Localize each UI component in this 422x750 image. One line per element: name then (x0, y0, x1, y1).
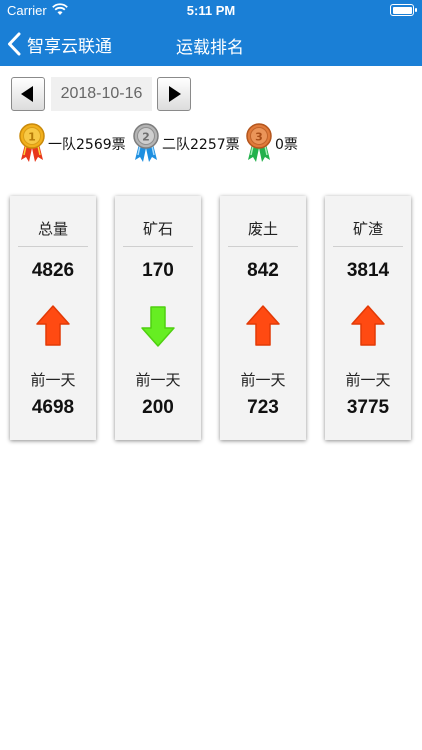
card-value: 3814 (346, 260, 390, 281)
next-date-button[interactable] (157, 77, 191, 111)
back-button-label: 智享云联通 (27, 36, 112, 57)
rank-third-label: 0票 (275, 137, 298, 153)
card-previous-value: 723 (247, 397, 279, 418)
card-category: 矿渣 (352, 220, 383, 238)
card-previous-value: 3775 (346, 397, 390, 418)
bronze-medal-icon: 3 (246, 123, 272, 162)
card-previous-label: 前一天 (240, 371, 286, 389)
card-divider (333, 246, 403, 247)
svg-text:2: 2 (142, 131, 150, 144)
arrow-down-icon (141, 306, 175, 347)
stat-card-total: 总量 4826 前一天 4698 (10, 196, 96, 440)
arrow-up-icon (36, 305, 70, 346)
stat-card-ore: 矿石 170 前一天 200 (115, 196, 201, 440)
battery-icon (390, 4, 417, 16)
card-previous-label: 前一天 (30, 371, 76, 389)
navigation-bar: 智享云联通 运载排名 (0, 22, 422, 66)
back-button[interactable]: 智享云联通 (6, 30, 112, 58)
card-previous-label: 前一天 (345, 371, 391, 389)
date-display[interactable]: 2018-10-16 (51, 77, 152, 111)
card-divider (228, 246, 298, 247)
svg-text:3: 3 (255, 131, 263, 144)
rank-second-label: 二队2257票 (162, 137, 240, 153)
stat-card-waste-soil: 废土 842 前一天 723 (220, 196, 306, 440)
card-previous-value: 4698 (31, 397, 75, 418)
page-title: 运载排名 (176, 38, 244, 58)
status-bar: Carrier 5:11 PM (0, 0, 422, 22)
card-category: 废土 (247, 220, 278, 238)
card-previous-label: 前一天 (135, 371, 181, 389)
card-value: 170 (142, 260, 174, 281)
rank-item-second: 2 二队2257票 (131, 122, 240, 166)
silver-medal-icon: 2 (133, 123, 159, 162)
app-header: Carrier 5:11 PM 智享云联通 运载排名 (0, 0, 422, 66)
svg-text:1: 1 (28, 131, 36, 144)
rank-first-label: 一队2569票 (48, 137, 126, 153)
card-category: 矿石 (142, 220, 173, 238)
card-category: 总量 (37, 220, 68, 238)
card-divider (123, 246, 193, 247)
rank-item-first: 1 一队2569票 (17, 122, 126, 166)
card-previous-value: 200 (142, 397, 174, 418)
triangle-left-icon (21, 86, 33, 102)
gold-medal-icon: 1 (19, 123, 45, 162)
status-time: 5:11 PM (186, 3, 236, 18)
chevron-left-icon (8, 32, 21, 56)
arrow-up-icon (246, 305, 280, 346)
stat-card-slag: 矿渣 3814 前一天 3775 (325, 196, 411, 440)
arrow-up-icon (351, 305, 385, 346)
card-value: 4826 (31, 260, 75, 281)
rank-item-third: 3 0票 (244, 122, 298, 166)
card-divider (18, 246, 88, 247)
triangle-right-icon (169, 86, 181, 102)
previous-date-button[interactable] (11, 77, 45, 111)
card-value: 842 (247, 260, 279, 281)
